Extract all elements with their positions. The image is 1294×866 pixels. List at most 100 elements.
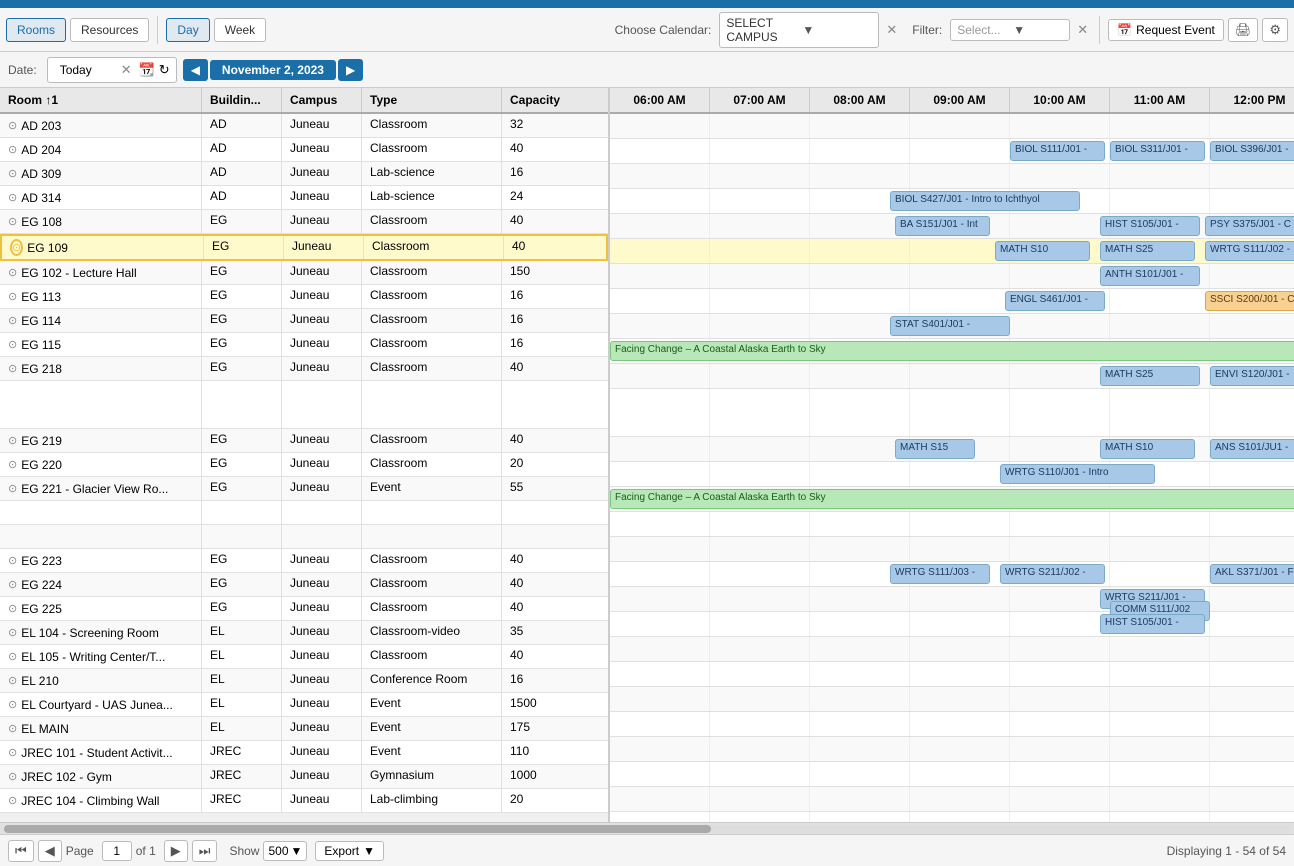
- room-icon: ⊙: [8, 626, 17, 639]
- col-header-campus[interactable]: Campus: [282, 88, 362, 112]
- rooms-button[interactable]: Rooms: [6, 18, 66, 42]
- scroll-bar[interactable]: [0, 822, 1294, 834]
- event-biol-s427[interactable]: BIOL S427/J01 - Intro to Ichthyol: [890, 191, 1080, 211]
- cal-cell: [710, 289, 810, 313]
- event-stat[interactable]: STAT S401/J01 -: [890, 316, 1010, 336]
- cal-row-eg219: MATH S15 MATH S10 ANS S101/JU1 -: [610, 437, 1294, 462]
- type-cell: Classroom: [362, 114, 502, 137]
- table-row: ⊙EG 108 EG Juneau Classroom 40: [0, 210, 608, 234]
- resources-button[interactable]: Resources: [70, 18, 149, 42]
- table-row: ⊙JREC 102 - Gym JREC Juneau Gymnasium 10…: [0, 765, 608, 789]
- event-facing-change-eg221[interactable]: Facing Change – A Coastal Alaska Earth t…: [610, 489, 1294, 509]
- col-header-capacity[interactable]: Capacity: [502, 88, 578, 112]
- event-ba[interactable]: BA S151/J01 - Int: [895, 216, 990, 236]
- cal-cell: [610, 114, 710, 138]
- day-button[interactable]: Day: [166, 18, 209, 42]
- event-math-s25-eg218[interactable]: MATH S25: [1100, 366, 1200, 386]
- capacity-cell: 40: [502, 210, 578, 233]
- event-math-s25[interactable]: MATH S25: [1100, 241, 1195, 261]
- event-ssci[interactable]: SSCI S200/J01 - C: [1205, 291, 1294, 311]
- cal-cell: [1010, 812, 1110, 822]
- event-biol-s396[interactable]: BIOL S396/J01 -: [1210, 141, 1294, 161]
- event-biol-s311[interactable]: BIOL S311/J01 -: [1110, 141, 1205, 161]
- first-page-button[interactable]: ⏮: [8, 840, 34, 862]
- page-label: Page: [66, 844, 94, 858]
- room-icon: ⊙: [8, 722, 17, 735]
- cal-row-eg218: MATH S25 ENVI S120/J01 -: [610, 364, 1294, 389]
- cal-cell: [810, 587, 910, 611]
- week-button[interactable]: Week: [214, 18, 266, 42]
- col-header-building[interactable]: Buildin...: [202, 88, 282, 112]
- building-cell: EG: [202, 261, 282, 284]
- next-page-button[interactable]: ▶: [164, 840, 188, 862]
- event-envi[interactable]: ENVI S120/J01 -: [1210, 366, 1294, 386]
- print-button[interactable]: 🖨: [1228, 18, 1259, 42]
- next-date-button[interactable]: ▶: [338, 59, 363, 81]
- cal-cell: [1010, 712, 1110, 736]
- event-anth[interactable]: ANTH S101/J01 -: [1100, 266, 1200, 286]
- show-select[interactable]: 500 ▼: [263, 841, 307, 861]
- room-icon: ⊙: [8, 770, 17, 783]
- event-ans[interactable]: ANS S101/JU1 -: [1210, 439, 1294, 459]
- cal-cell: [810, 114, 910, 138]
- event-math-s10[interactable]: MATH S10: [995, 241, 1090, 261]
- calendar-scroll[interactable]: 06:00 AM 07:00 AM 08:00 AM 09:00 AM 10:0…: [610, 88, 1294, 822]
- building-cell: EG: [202, 597, 282, 620]
- cal-cell: [1110, 114, 1210, 138]
- event-hist-eg108[interactable]: HIST S105/J01 -: [1100, 216, 1200, 236]
- request-event-button[interactable]: 📅 Request Event: [1108, 19, 1224, 41]
- table-row: ⊙EG 114 EG Juneau Classroom 16: [0, 309, 608, 333]
- page-number[interactable]: 1: [102, 841, 132, 861]
- calendar-dropdown-arrow: ▼: [802, 23, 872, 37]
- cal-cell: [810, 512, 910, 536]
- date-input[interactable]: [54, 60, 114, 80]
- campus-cell: Juneau: [282, 765, 362, 788]
- cal-row-ad309: CHEM S105L/J02 - Gen C: [610, 164, 1294, 189]
- export-button[interactable]: Export ▼: [315, 841, 384, 861]
- cal-cell: [1110, 289, 1210, 313]
- cal-cell: [1010, 164, 1110, 188]
- event-biol-s111[interactable]: BIOL S111/J01 -: [1010, 141, 1105, 161]
- prev-page-button[interactable]: ◀: [38, 840, 62, 862]
- cal-cell: [910, 587, 1010, 611]
- event-wrtg-eg220[interactable]: WRTG S110/J01 - Intro: [1000, 464, 1155, 484]
- cal-cell: [610, 364, 710, 388]
- event-math-s10-eg219[interactable]: MATH S10: [1100, 439, 1195, 459]
- campus-cell: Juneau: [284, 236, 364, 259]
- event-math-s15[interactable]: MATH S15: [895, 439, 975, 459]
- cal-cell: [1210, 114, 1294, 138]
- cal-cell: [910, 737, 1010, 761]
- event-engl[interactable]: ENGL S461/J01 -: [1005, 291, 1105, 311]
- event-facing-change-eg115[interactable]: Facing Change – A Coastal Alaska Earth t…: [610, 341, 1294, 361]
- event-wrtg-eg109[interactable]: WRTG S111/J02 -: [1205, 241, 1294, 261]
- event-akl[interactable]: AKL S371/J01 - F: [1210, 564, 1294, 584]
- prev-date-button[interactable]: ◀: [183, 59, 208, 81]
- request-event-label: Request Event: [1136, 23, 1215, 37]
- calendar-dropdown[interactable]: SELECT CAMPUS ▼: [719, 12, 879, 48]
- cal-cell: [910, 364, 1010, 388]
- settings-button[interactable]: ⚙: [1262, 18, 1288, 42]
- event-wrtg-211[interactable]: WRTG S211/J02 -: [1000, 564, 1105, 584]
- calendar-clear-button[interactable]: ✕: [883, 22, 900, 38]
- refresh-button[interactable]: ↻: [159, 62, 170, 78]
- capacity-cell: 40: [504, 236, 580, 259]
- cal-cell: [810, 289, 910, 313]
- cal-cell: [810, 264, 910, 288]
- filter-dropdown[interactable]: Select... ▼: [950, 19, 1070, 41]
- cal-cell: [610, 139, 710, 163]
- cal-cell: [910, 787, 1010, 811]
- last-page-button[interactable]: ⏭: [192, 840, 218, 862]
- event-wrtg-j03[interactable]: WRTG S111/J03 -: [890, 564, 990, 584]
- calendar-icon-button[interactable]: 📆: [139, 62, 155, 78]
- filter-clear-button[interactable]: ✕: [1074, 22, 1091, 38]
- col-header-room[interactable]: Room ↑1: [0, 88, 202, 112]
- cal-cell: [910, 712, 1010, 736]
- event-hist-eg225[interactable]: HIST S105/J01 -: [1100, 614, 1205, 634]
- col-header-type[interactable]: Type: [362, 88, 502, 112]
- capacity-cell: 40: [502, 573, 578, 596]
- event-psy[interactable]: PSY S375/J01 - C: [1205, 216, 1294, 236]
- date-clear-button[interactable]: ✕: [118, 62, 135, 78]
- show-value: 500: [268, 844, 288, 858]
- building-cell: EG: [202, 357, 282, 380]
- campus-cell: Juneau: [282, 597, 362, 620]
